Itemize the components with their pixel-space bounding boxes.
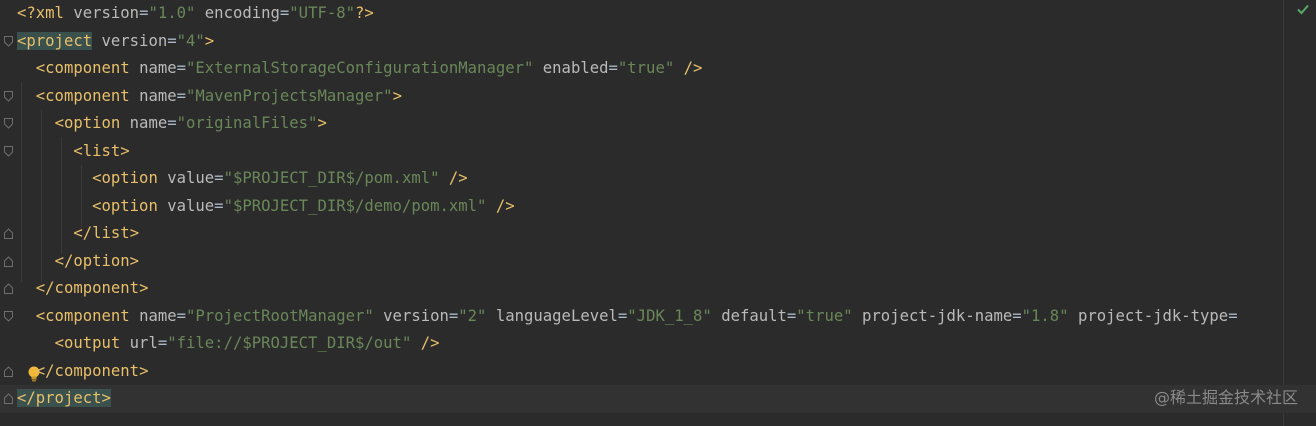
code-line[interactable]: </option> [0,248,1316,276]
watermark: @稀土掘金技术社区 [1153,388,1298,407]
code-text: </project> [17,385,111,413]
fold-open-icon[interactable] [4,118,13,129]
code-line[interactable]: </component> [0,358,1316,386]
code-line[interactable]: <component name="ExternalStorageConfigur… [0,55,1316,83]
fold-close-icon[interactable] [4,365,13,377]
code-line[interactable]: <project version="4"> [0,28,1316,56]
code-text: <project version="4"> [17,31,215,50]
code-text: <?xml version="1.0" encoding="UTF-8"?> [17,4,374,22]
code-line[interactable]: </project> [0,385,1316,413]
fold-open-icon[interactable] [4,90,13,102]
matched-tag: </project> [17,389,111,407]
code-line[interactable]: </list> [0,220,1316,248]
code-line[interactable]: <output url="file://$PROJECT_DIR$/out" /… [0,330,1316,358]
fold-open-icon[interactable] [4,310,13,322]
fold-open-icon[interactable] [4,35,13,47]
code-text: </component> [35,361,149,380]
fold-close-icon[interactable] [4,228,13,239]
code-line[interactable]: <option value="$PROJECT_DIR$/demo/pom.xm… [0,193,1316,221]
code-editor[interactable]: <?xml version="1.0" encoding="UTF-8"?> <p… [0,0,1316,426]
code-text: <list> [73,141,130,160]
code-line[interactable]: <list> [0,138,1316,166]
check-icon[interactable] [1296,2,1310,16]
code-text: <output url="file://$PROJECT_DIR$/out" /… [54,334,440,352]
code-line[interactable]: <component name="ProjectRootManager" ver… [0,303,1316,331]
fold-close-icon[interactable] [4,283,13,294]
code-line[interactable]: <?xml version="1.0" encoding="UTF-8"?> [0,0,1316,28]
code-text: </option> [54,251,140,270]
fold-open-icon[interactable] [4,145,13,157]
code-text: <option value="$PROJECT_DIR$/demo/pom.xm… [92,196,515,215]
code-text: </component> [35,279,149,297]
matched-tag: <project [17,31,93,50]
fold-close-icon[interactable] [4,255,13,267]
code-text: <option value="$PROJECT_DIR$/pom.xml" /> [92,169,468,187]
code-text: <component name="ExternalStorageConfigur… [35,59,703,77]
code-line[interactable]: <option value="$PROJECT_DIR$/pom.xml" /> [0,165,1316,193]
fold-close-icon[interactable] [4,393,13,404]
code-line[interactable]: <component name="MavenProjectsManager"> [0,83,1316,111]
code-line[interactable]: </component> [0,275,1316,303]
code-text: </list> [73,224,140,242]
code-text: <option name="originalFiles"> [54,114,327,132]
code-text: <component name="MavenProjectsManager"> [35,86,402,105]
code-text: <component name="ProjectRootManager" ver… [35,306,1238,325]
code-line[interactable]: <option name="originalFiles"> [0,110,1316,138]
